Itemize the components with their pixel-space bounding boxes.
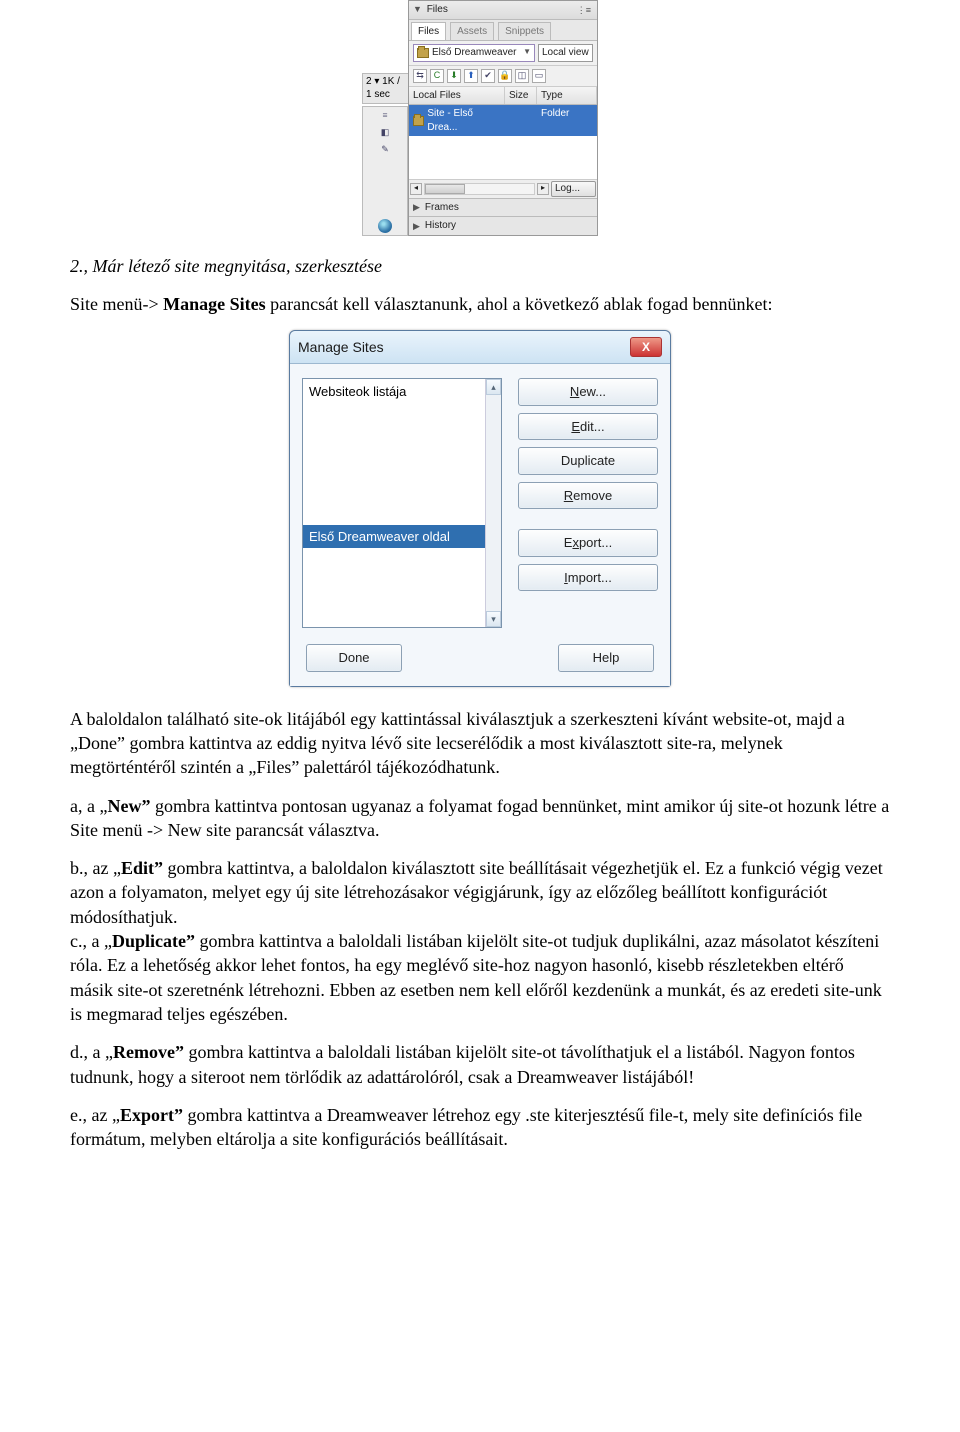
text-bold: Remove” — [113, 1042, 184, 1062]
panel-menu-icon[interactable]: ⋮≡ — [577, 4, 591, 16]
text: dit... — [580, 419, 605, 434]
files-area[interactable]: Site - Első Drea... Folder — [409, 105, 597, 179]
text: parancsát kell választanunk, ahol a köve… — [266, 294, 773, 314]
text: gombra kattintva, a baloldalon kiválaszt… — [70, 858, 883, 927]
checkout-icon[interactable]: ✔ — [481, 69, 495, 83]
done-button[interactable]: Done — [306, 644, 402, 672]
sync-icon[interactable]: ◫ — [515, 69, 529, 83]
text-bold: Manage Sites — [163, 294, 266, 314]
text: Site menü-> — [70, 294, 163, 314]
help-button[interactable]: Help — [558, 644, 654, 672]
panel-label: History — [425, 219, 456, 233]
view-combo[interactable]: Local view — [538, 44, 593, 62]
refresh-icon[interactable]: C — [430, 69, 444, 83]
site-combo[interactable]: Első Dreamweaver ▼ — [413, 44, 535, 62]
text-bold: Edit” — [121, 858, 163, 878]
paragraph-b: b., az „Edit” gombra kattintva, a balold… — [70, 856, 890, 929]
text: gombra kattintva pontosan ugyanaz a foly… — [70, 796, 889, 840]
text: port... — [579, 535, 612, 550]
scrollbar[interactable] — [424, 183, 535, 195]
paragraph-c: c., a „Duplicate” gombra kattintva a bal… — [70, 929, 890, 1026]
text: mport... — [568, 570, 612, 585]
import-button[interactable]: Import... — [518, 564, 658, 592]
put-icon[interactable]: ⬆ — [464, 69, 478, 83]
text: d., a „ — [70, 1042, 113, 1062]
folder-icon — [417, 48, 429, 58]
text: c., a „ — [70, 931, 112, 951]
history-panel-header[interactable]: ▶ History — [409, 216, 597, 235]
scroll-left-icon[interactable]: ◂ — [410, 183, 422, 195]
text: b., az „ — [70, 858, 121, 878]
paragraph-d: d., a „Remove” gombra kattintva a balold… — [70, 1040, 890, 1089]
text: gombra kattintva a baloldali listában ki… — [70, 1042, 855, 1086]
expand-icon[interactable]: ▭ — [532, 69, 546, 83]
view-combo-text: Local view — [542, 47, 589, 58]
text-bold: Duplicate” — [112, 931, 195, 951]
new-button[interactable]: New... — [518, 378, 658, 406]
side-icon[interactable]: ≡ — [378, 109, 392, 123]
tab-assets[interactable]: Assets — [450, 22, 494, 41]
manage-sites-figure: Manage Sites X Websiteok listája Első Dr… — [70, 330, 890, 687]
files-panel-figure: 2 ▾ 1K / 1 sec ≡ ◧ ✎ ▼ Files ⋮≡ Files As… — [70, 0, 890, 236]
folder-icon — [413, 116, 424, 126]
text: emove — [573, 488, 612, 503]
expand-icon: ▶ — [413, 201, 420, 213]
side-icon[interactable]: ✎ — [378, 143, 392, 157]
tab-files[interactable]: Files — [411, 22, 446, 41]
text: E — [571, 419, 580, 434]
text-bold: New” — [107, 796, 150, 816]
get-icon[interactable]: ⬇ — [447, 69, 461, 83]
edit-button[interactable]: Edit... — [518, 413, 658, 441]
collapse-icon[interactable]: ▼ — [413, 4, 422, 14]
side-toolbar: ≡ ◧ ✎ — [362, 106, 408, 236]
row-name: Site - Első Drea... — [427, 107, 501, 134]
list-item-selected[interactable]: Első Dreamweaver oldal — [303, 525, 501, 549]
globe-icon — [378, 219, 392, 233]
dialog-title: Manage Sites — [298, 338, 384, 357]
table-row[interactable]: Site - Első Drea... Folder — [409, 105, 597, 136]
panel-label: Frames — [425, 201, 459, 215]
text: e., az „ — [70, 1105, 120, 1125]
listbox-scrollbar[interactable]: ▴ ▾ — [485, 379, 501, 627]
col-size[interactable]: Size — [505, 87, 537, 105]
text: R — [564, 488, 573, 503]
scroll-down-icon[interactable]: ▾ — [486, 611, 501, 627]
expand-icon: ▶ — [413, 220, 420, 232]
close-icon[interactable]: X — [630, 337, 662, 357]
checkin-icon[interactable]: 🔒 — [498, 69, 512, 83]
manage-sites-dialog: Manage Sites X Websiteok listája Első Dr… — [289, 330, 671, 687]
status-bar: 2 ▾ 1K / 1 sec — [362, 73, 408, 104]
text: N — [570, 384, 579, 399]
sites-listbox[interactable]: Websiteok listája Első Dreamweaver oldal… — [302, 378, 502, 628]
text: ew... — [579, 384, 606, 399]
panel-title: Files — [427, 4, 448, 15]
row-type: Folder — [537, 105, 597, 136]
files-panel: ▼ Files ⋮≡ Files Assets Snippets Első Dr… — [408, 0, 598, 236]
text-bold: Export” — [120, 1105, 183, 1125]
paragraph-a: a, a „New” gombra kattintva pontosan ugy… — [70, 794, 890, 843]
frames-panel-header[interactable]: ▶ Frames — [409, 198, 597, 217]
connect-icon[interactable]: ⇆ — [413, 69, 427, 83]
files-list-header: Local Files Size Type — [409, 87, 597, 106]
paragraph: A baloldalon található site-ok litájából… — [70, 707, 890, 780]
export-button[interactable]: Export... — [518, 529, 658, 557]
log-button[interactable]: Log... — [551, 181, 596, 197]
text: gombra kattintva a Dreamweaver létrehoz … — [70, 1105, 862, 1149]
section-heading: 2., Már létező site megnyitása, szerkesz… — [70, 254, 890, 278]
list-item[interactable]: Websiteok listája — [303, 379, 501, 405]
tab-snippets[interactable]: Snippets — [498, 22, 551, 41]
scroll-up-icon[interactable]: ▴ — [486, 379, 501, 395]
site-combo-text: Első Dreamweaver — [432, 46, 516, 60]
side-icon[interactable]: ◧ — [378, 126, 392, 140]
paragraph-e: e., az „Export” gombra kattintva a Dream… — [70, 1103, 890, 1152]
duplicate-button[interactable]: Duplicate — [518, 447, 658, 475]
remove-button[interactable]: Remove — [518, 482, 658, 510]
intro-paragraph: Site menü-> Manage Sites parancsát kell … — [70, 292, 890, 316]
scroll-right-icon[interactable]: ▸ — [537, 183, 549, 195]
col-type[interactable]: Type — [537, 87, 597, 105]
text: a, a „ — [70, 796, 107, 816]
col-files[interactable]: Local Files — [409, 87, 505, 105]
